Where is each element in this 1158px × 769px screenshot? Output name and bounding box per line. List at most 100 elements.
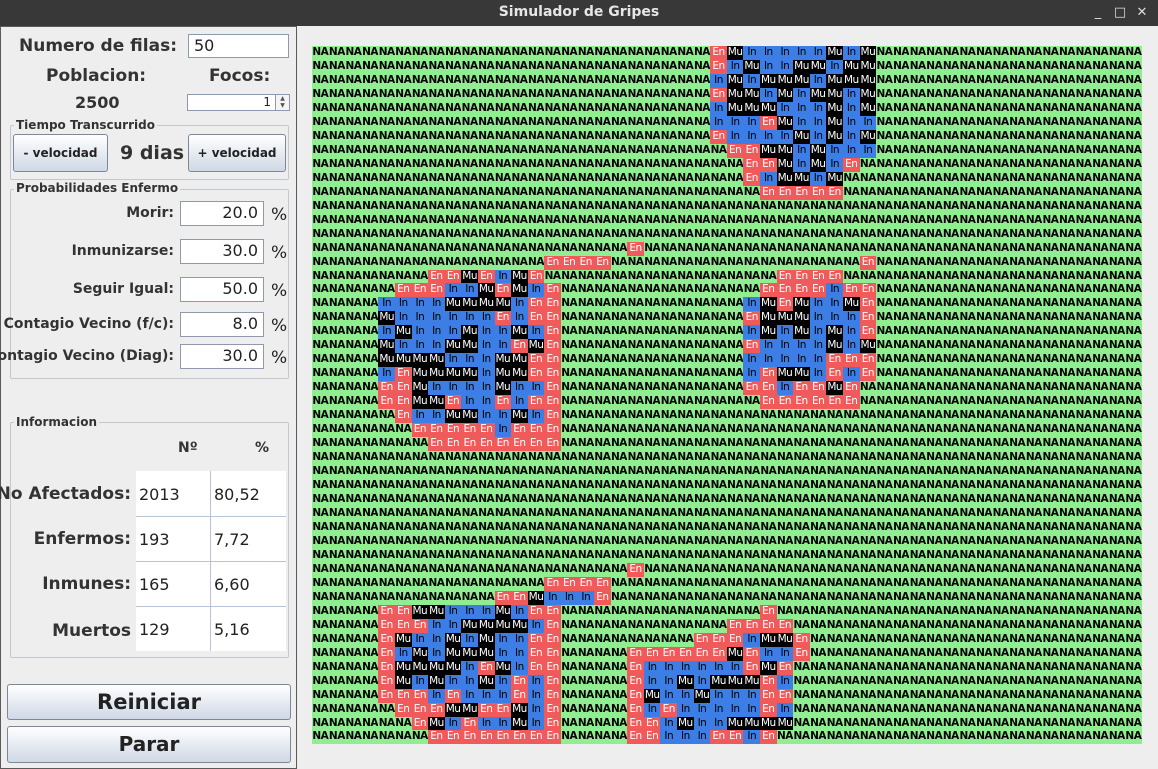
reiniciar-button[interactable]: Reiniciar (7, 684, 291, 720)
grid-cell: NA (959, 395, 976, 410)
grid-cell: NA (693, 171, 711, 186)
grid-cell: NA (892, 46, 910, 60)
grid-cell: NA (511, 576, 528, 591)
morir-input[interactable]: 20.0 (180, 201, 264, 226)
grid-cell: NA (328, 506, 346, 521)
grid-cell: NA (378, 185, 395, 200)
contagio-fc-input[interactable]: 8.0 (180, 312, 264, 337)
grid-cell: En (726, 618, 744, 633)
grid-cell: NA (876, 437, 893, 452)
grid-cell: NA (1025, 660, 1043, 675)
grid-cell: NA (876, 73, 893, 88)
grid-cell: Mu (743, 87, 761, 102)
grid-cell: NA (677, 465, 694, 480)
grid-cell: NA (1058, 353, 1076, 368)
grid-cell: En (428, 423, 445, 438)
grid-cell: NA (793, 688, 810, 703)
decrease-speed-button[interactable]: - velocidad (13, 134, 108, 172)
grid-cell: NA (677, 590, 694, 605)
grid-cell: NA (428, 562, 445, 577)
grid-cell: NA (693, 548, 711, 563)
grid-cell: En (826, 353, 843, 368)
grid-cell: NA (461, 213, 478, 228)
focos-spinner[interactable]: 1 (187, 94, 276, 111)
grid-cell: NA (1125, 409, 1142, 424)
grid-cell: NA (876, 297, 893, 312)
close-icon[interactable]: ✕ (1132, 3, 1152, 23)
grid-cell: In (527, 618, 545, 633)
grid-cell: NA (677, 241, 694, 256)
grid-cell: NA (1125, 255, 1142, 270)
grid-cell: NA (511, 479, 528, 493)
grid-cell: NA (577, 493, 595, 507)
grid-cell: NA (643, 101, 661, 116)
grid-cell: NA (361, 674, 379, 689)
grid-cell: NA (909, 423, 926, 438)
grid-cell: NA (461, 87, 478, 102)
grid-cell: NA (710, 227, 727, 242)
grid-cell: NA (909, 199, 926, 214)
grid-cell: NA (1125, 381, 1142, 396)
grid-cell: NA (876, 283, 893, 298)
grid-cell: En (394, 702, 412, 717)
grid-cell: In (494, 632, 512, 647)
grid-cell: NA (1025, 101, 1043, 116)
grid-cell: NA (627, 311, 644, 326)
grid-cell: NA (1025, 618, 1043, 633)
grid-cell: En (527, 297, 545, 312)
inmunizarse-input[interactable]: 30.0 (180, 239, 264, 264)
grid-cell: NA (1058, 716, 1076, 731)
spinner-arrows-icon[interactable]: ▲ ▼ (275, 94, 290, 111)
grid-cell: Mu (793, 325, 810, 340)
grid-cell: In (477, 688, 495, 703)
grid-cell: NA (743, 576, 761, 591)
grid-cell: NA (328, 143, 346, 158)
grid-cell: En (826, 395, 843, 410)
grid-cell: NA (942, 241, 960, 256)
grid-cell: NA (710, 423, 727, 438)
grid-cell: En (760, 115, 777, 130)
grid-cell: NA (925, 409, 943, 424)
grid-cell: NA (942, 562, 960, 577)
grid-cell: NA (594, 465, 611, 480)
grid-cell: NA (527, 227, 545, 242)
grid-cell: NA (411, 465, 429, 480)
grid-cell: NA (1091, 325, 1109, 340)
grid-cell: NA (892, 171, 910, 186)
grid-cell: NA (1042, 143, 1059, 158)
grid-cell: In (494, 325, 512, 340)
minimize-icon[interactable]: _ (1088, 3, 1108, 23)
maximize-icon[interactable]: □ (1110, 3, 1130, 23)
seguir-igual-input[interactable]: 50.0 (180, 277, 264, 302)
grid-cell: NA (345, 353, 362, 368)
grid-cell: NA (411, 241, 429, 256)
grid-cell: NA (1042, 562, 1059, 577)
grid-cell: NA (511, 451, 528, 466)
grid-cell: NA (544, 479, 561, 493)
filas-input[interactable]: 50 (188, 34, 289, 58)
grid-cell: NA (826, 520, 843, 535)
inmunizarse-unit: % (271, 243, 288, 263)
grid-cell: NA (925, 171, 943, 186)
grid-cell: NA (511, 59, 528, 74)
grid-cell: NA (1008, 688, 1026, 703)
grid-cell: NA (726, 227, 744, 242)
grid-cell: NA (328, 269, 346, 284)
grid-cell: NA (710, 590, 727, 605)
grid-cell: NA (594, 604, 611, 619)
grid-cell: NA (1042, 325, 1059, 340)
grid-cell: NA (1108, 297, 1126, 312)
grid-cell: En (776, 618, 794, 633)
grid-cell: NA (345, 311, 362, 326)
increase-speed-button[interactable]: + velocidad (188, 134, 286, 172)
grid-cell: Mu (511, 702, 528, 717)
grid-cell: NA (312, 353, 329, 368)
parar-button[interactable]: Parar (7, 726, 291, 763)
grid-cell: NA (643, 297, 661, 312)
grid-cell: NA (610, 395, 628, 410)
grid-cell: NA (394, 479, 412, 493)
grid-cell: NA (909, 311, 926, 326)
grid-cell: NA (992, 548, 1009, 563)
contagio-diag-input[interactable]: 30.0 (180, 344, 264, 369)
grid-cell: NA (1008, 381, 1026, 396)
